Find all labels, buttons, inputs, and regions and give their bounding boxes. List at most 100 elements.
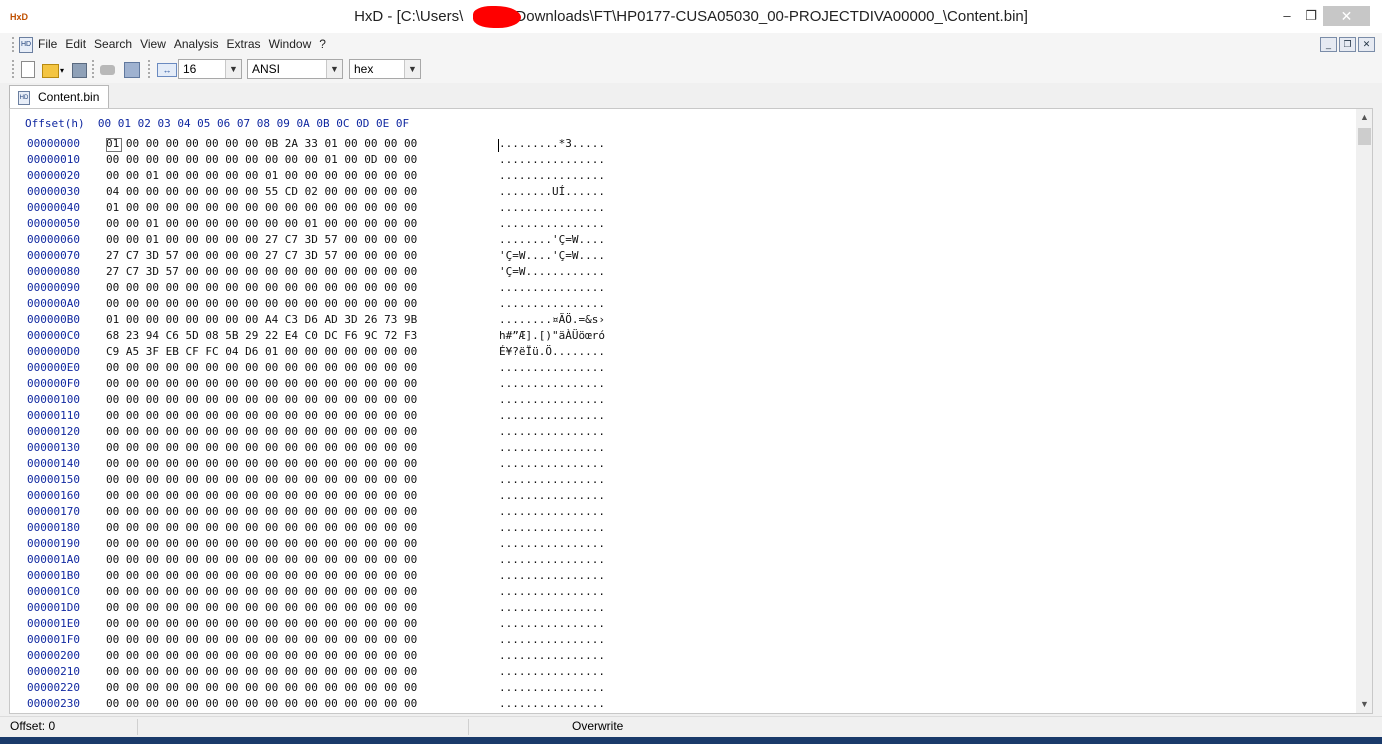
row-hex-bytes[interactable]: 00 00 00 00 00 00 00 00 00 00 00 00 00 0… bbox=[106, 489, 417, 502]
row-ascii-text[interactable]: ................ bbox=[499, 201, 605, 214]
row-ascii-text[interactable]: .........*3..... bbox=[499, 137, 605, 150]
row-ascii-text[interactable]: ................ bbox=[499, 505, 605, 518]
row-hex-bytes[interactable]: 00 00 00 00 00 00 00 00 00 00 00 00 00 0… bbox=[106, 665, 417, 678]
row-hex-bytes[interactable]: 00 00 00 00 00 00 00 00 00 00 00 00 00 0… bbox=[106, 569, 417, 582]
disk-editor-icon[interactable] bbox=[100, 65, 115, 75]
row-hex-bytes[interactable]: 00 00 00 00 00 00 00 00 00 00 00 00 00 0… bbox=[106, 409, 417, 422]
row-ascii-text[interactable]: ................ bbox=[499, 601, 605, 614]
menu-extras[interactable]: Extras bbox=[227, 37, 261, 51]
row-hex-bytes[interactable]: 00 00 01 00 00 00 00 00 01 00 00 00 00 0… bbox=[106, 169, 417, 182]
row-hex-bytes[interactable]: 00 00 00 00 00 00 00 00 00 00 00 00 00 0… bbox=[106, 537, 417, 550]
row-hex-bytes[interactable]: 00 00 00 00 00 00 00 00 00 00 00 00 00 0… bbox=[106, 425, 417, 438]
row-ascii-text[interactable]: ................ bbox=[499, 489, 605, 502]
scrollbar-thumb[interactable] bbox=[1358, 128, 1371, 145]
menu-help[interactable]: ? bbox=[319, 37, 326, 51]
row-ascii-text[interactable]: ........UÍ...... bbox=[499, 185, 605, 198]
row-hex-bytes[interactable]: 00 00 00 00 00 00 00 00 00 00 00 00 00 0… bbox=[106, 617, 417, 630]
open-file-icon[interactable] bbox=[42, 64, 59, 78]
row-hex-bytes[interactable]: 00 00 00 00 00 00 00 00 00 00 00 00 00 0… bbox=[106, 457, 417, 470]
row-hex-bytes[interactable]: 27 C7 3D 57 00 00 00 00 00 00 00 00 00 0… bbox=[106, 265, 417, 278]
row-hex-bytes[interactable]: 00 00 00 00 00 00 00 00 00 00 00 01 00 0… bbox=[106, 153, 417, 166]
row-ascii-text[interactable]: ........¤ÃÖ.=&s› bbox=[499, 313, 605, 326]
restore-button[interactable]: ❐ bbox=[1300, 6, 1322, 26]
minimize-button[interactable]: – bbox=[1276, 6, 1298, 26]
row-hex-bytes[interactable]: 00 00 00 00 00 00 00 00 00 00 00 00 00 0… bbox=[106, 649, 417, 662]
menu-window[interactable]: Window bbox=[269, 37, 312, 51]
mdi-close-icon[interactable]: ✕ bbox=[1358, 37, 1375, 52]
vertical-scrollbar[interactable]: ▲ ▼ bbox=[1356, 109, 1372, 713]
chevron-down-icon[interactable]: ▼ bbox=[404, 60, 420, 78]
row-hex-bytes[interactable]: C9 A5 3F EB CF FC 04 D6 01 00 00 00 00 0… bbox=[106, 345, 417, 358]
row-ascii-text[interactable]: ................ bbox=[499, 649, 605, 662]
tab-content-bin[interactable]: HD Content.bin bbox=[9, 85, 109, 108]
menu-analysis[interactable]: Analysis bbox=[174, 37, 219, 51]
row-ascii-text[interactable]: ................ bbox=[499, 681, 605, 694]
row-ascii-text[interactable]: ................ bbox=[499, 377, 605, 390]
new-file-icon[interactable] bbox=[21, 61, 35, 78]
row-ascii-text[interactable]: ................ bbox=[499, 633, 605, 646]
chevron-down-icon[interactable]: ▼ bbox=[326, 60, 342, 78]
row-ascii-text[interactable]: h#”Æ].[)"äÀÜöœró bbox=[499, 329, 605, 342]
toolbar-grip-icon[interactable] bbox=[12, 60, 16, 78]
row-hex-bytes[interactable]: 68 23 94 C6 5D 08 5B 29 22 E4 C0 DC F6 9… bbox=[106, 329, 417, 342]
row-hex-bytes[interactable]: 00 00 00 00 00 00 00 00 00 00 00 00 00 0… bbox=[106, 681, 417, 694]
row-hex-bytes[interactable]: 00 00 00 00 00 00 00 00 00 00 00 00 00 0… bbox=[106, 553, 417, 566]
row-ascii-text[interactable]: ................ bbox=[499, 217, 605, 230]
mdi-restore-icon[interactable]: ❐ bbox=[1339, 37, 1356, 52]
row-ascii-text[interactable]: ................ bbox=[499, 409, 605, 422]
row-hex-bytes[interactable]: 01 00 00 00 00 00 00 00 A4 C3 D6 AD 3D 2… bbox=[106, 313, 417, 326]
row-ascii-text[interactable]: É¥?ëÏü.Ö........ bbox=[499, 345, 605, 358]
row-hex-bytes[interactable]: 00 00 01 00 00 00 00 00 00 00 01 00 00 0… bbox=[106, 217, 417, 230]
row-ascii-text[interactable]: ................ bbox=[499, 697, 605, 710]
row-ascii-text[interactable]: ................ bbox=[499, 521, 605, 534]
row-ascii-text[interactable]: 'Ç=W....'Ç=W.... bbox=[499, 249, 605, 262]
mdi-minimize-icon[interactable]: _ bbox=[1320, 37, 1337, 52]
row-ascii-text[interactable]: ................ bbox=[499, 425, 605, 438]
row-hex-bytes[interactable]: 00 00 00 00 00 00 00 00 00 00 00 00 00 0… bbox=[106, 585, 417, 598]
charset-select[interactable]: ANSI ▼ bbox=[247, 59, 343, 79]
row-hex-bytes[interactable]: 01 00 00 00 00 00 00 00 00 00 00 00 00 0… bbox=[106, 201, 417, 214]
row-ascii-text[interactable]: ................ bbox=[499, 393, 605, 406]
scroll-down-icon[interactable]: ▼ bbox=[1356, 696, 1372, 713]
close-button[interactable]: ✕ bbox=[1323, 6, 1370, 26]
row-ascii-text[interactable]: ................ bbox=[499, 297, 605, 310]
bytes-per-row-select[interactable]: 16 ▼ bbox=[178, 59, 242, 79]
document-icon[interactable]: HD bbox=[19, 37, 33, 53]
menu-view[interactable]: View bbox=[140, 37, 166, 51]
row-ascii-text[interactable]: ................ bbox=[499, 553, 605, 566]
row-ascii-text[interactable]: ................ bbox=[499, 441, 605, 454]
menu-edit[interactable]: Edit bbox=[65, 37, 86, 51]
row-hex-bytes[interactable]: 27 C7 3D 57 00 00 00 00 27 C7 3D 57 00 0… bbox=[106, 249, 417, 262]
row-ascii-text[interactable]: ................ bbox=[499, 617, 605, 630]
scroll-up-icon[interactable]: ▲ bbox=[1356, 109, 1372, 126]
row-ascii-text[interactable]: ................ bbox=[499, 169, 605, 182]
row-ascii-text[interactable]: ................ bbox=[499, 537, 605, 550]
row-hex-bytes[interactable]: 00 00 00 00 00 00 00 00 00 00 00 00 00 0… bbox=[106, 633, 417, 646]
row-hex-bytes[interactable]: 00 00 00 00 00 00 00 00 00 00 00 00 00 0… bbox=[106, 521, 417, 534]
open-dropdown-chevron-icon[interactable]: ▾ bbox=[60, 66, 64, 75]
row-ascii-text[interactable]: ................ bbox=[499, 153, 605, 166]
menu-file[interactable]: File bbox=[38, 37, 57, 51]
ram-editor-icon[interactable] bbox=[124, 62, 140, 78]
menu-search[interactable]: Search bbox=[94, 37, 132, 51]
row-hex-bytes[interactable]: 00 00 01 00 00 00 00 00 27 C7 3D 57 00 0… bbox=[106, 233, 417, 246]
row-hex-bytes[interactable]: 00 00 00 00 00 00 00 00 00 00 00 00 00 0… bbox=[106, 281, 417, 294]
row-ascii-text[interactable]: ................ bbox=[499, 473, 605, 486]
row-ascii-text[interactable]: ................ bbox=[499, 665, 605, 678]
row-ascii-text[interactable]: 'Ç=W............ bbox=[499, 265, 605, 278]
row-hex-bytes[interactable]: 01 00 00 00 00 00 00 00 0B 2A 33 01 00 0… bbox=[106, 137, 417, 150]
row-ascii-text[interactable]: ................ bbox=[499, 361, 605, 374]
row-hex-bytes[interactable]: 00 00 00 00 00 00 00 00 00 00 00 00 00 0… bbox=[106, 505, 417, 518]
display-mode-select[interactable]: hex ▼ bbox=[349, 59, 421, 79]
save-icon[interactable] bbox=[72, 63, 87, 78]
row-ascii-text[interactable]: ................ bbox=[499, 457, 605, 470]
row-hex-bytes[interactable]: 00 00 00 00 00 00 00 00 00 00 00 00 00 0… bbox=[106, 297, 417, 310]
row-hex-bytes[interactable]: 00 00 00 00 00 00 00 00 00 00 00 00 00 0… bbox=[106, 697, 417, 710]
row-hex-bytes[interactable]: 00 00 00 00 00 00 00 00 00 00 00 00 00 0… bbox=[106, 473, 417, 486]
row-hex-bytes[interactable]: 00 00 00 00 00 00 00 00 00 00 00 00 00 0… bbox=[106, 361, 417, 374]
chevron-down-icon[interactable]: ▼ bbox=[225, 60, 241, 78]
menu-grip-icon[interactable] bbox=[12, 37, 17, 52]
row-hex-bytes[interactable]: 04 00 00 00 00 00 00 00 55 CD 02 00 00 0… bbox=[106, 185, 417, 198]
row-ascii-text[interactable]: ........'Ç=W.... bbox=[499, 233, 605, 246]
row-hex-bytes[interactable]: 00 00 00 00 00 00 00 00 00 00 00 00 00 0… bbox=[106, 441, 417, 454]
